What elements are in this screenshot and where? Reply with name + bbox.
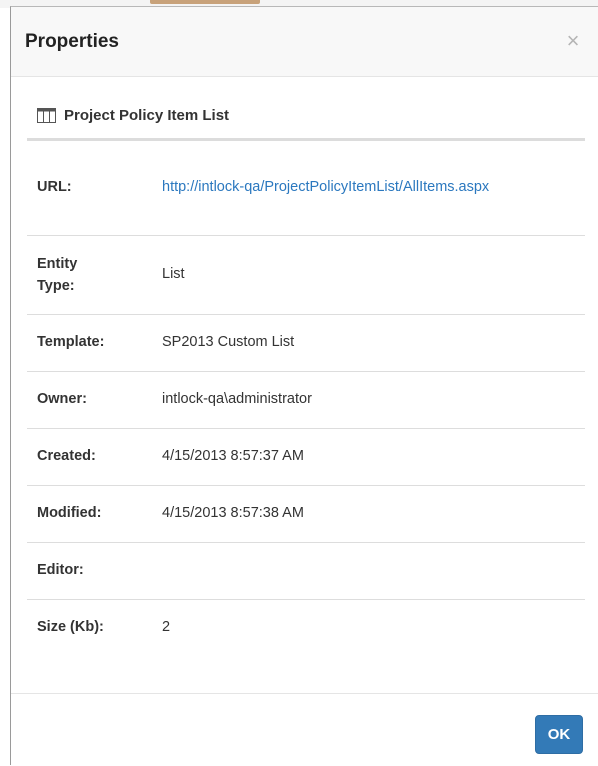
property-value: 2 [162,619,171,636]
property-value [148,542,585,600]
property-label: Modified: [27,485,148,543]
property-row-url: URL: http://intlock-qa/ProjectPolicyItem… [27,141,585,236]
property-label: Entity Type: [27,235,148,315]
property-row-template: Template: SP2013 Custom List [27,314,585,372]
property-value-url: http://intlock-qa/ProjectPolicyItemList/… [148,141,585,236]
property-label: Owner: [27,371,148,429]
property-row-owner: Owner: intlock-qa\administrator [27,371,585,429]
property-row-created: Created: 4/15/2013 8:57:37 AM [27,428,585,486]
list-heading: Project Policy Item List [27,103,585,141]
property-row-entity-type: Entity Type: List [27,235,585,315]
properties-dialog: Properties × Project Policy Item List UR… [10,6,598,765]
dialog-title: Properties [25,31,119,52]
property-row-size: Size (Kb): 2 [27,599,585,656]
close-icon[interactable]: × [564,30,582,53]
property-row-modified: Modified: 4/15/2013 8:57:38 AM [27,485,585,543]
dialog-header: Properties × [11,7,598,77]
property-row-editor: Editor: [27,542,585,600]
property-value: 4/15/2013 8:57:37 AM [148,428,585,486]
backdrop-accent [150,0,260,4]
property-label: Size (Kb): [37,619,104,636]
property-label: Editor: [27,542,148,600]
property-value: intlock-qa\administrator [148,371,585,429]
url-link[interactable]: http://intlock-qa/ProjectPolicyItemList/… [162,177,532,198]
property-label: Template: [27,314,148,372]
property-value: SP2013 Custom List [148,314,585,372]
dialog-footer: OK [11,693,598,766]
property-label-text: Entity Type: [37,255,78,294]
properties-table: URL: http://intlock-qa/ProjectPolicyItem… [27,141,585,656]
property-label: URL: [27,141,148,236]
property-value: List [148,235,585,315]
list-name: Project Policy Item List [64,107,230,124]
property-value: 4/15/2013 8:57:38 AM [148,485,585,543]
property-label: Created: [27,428,148,486]
table-icon [37,108,56,123]
dialog-body: Project Policy Item List URL: http://int… [27,103,585,656]
ok-button[interactable]: OK [535,715,583,754]
